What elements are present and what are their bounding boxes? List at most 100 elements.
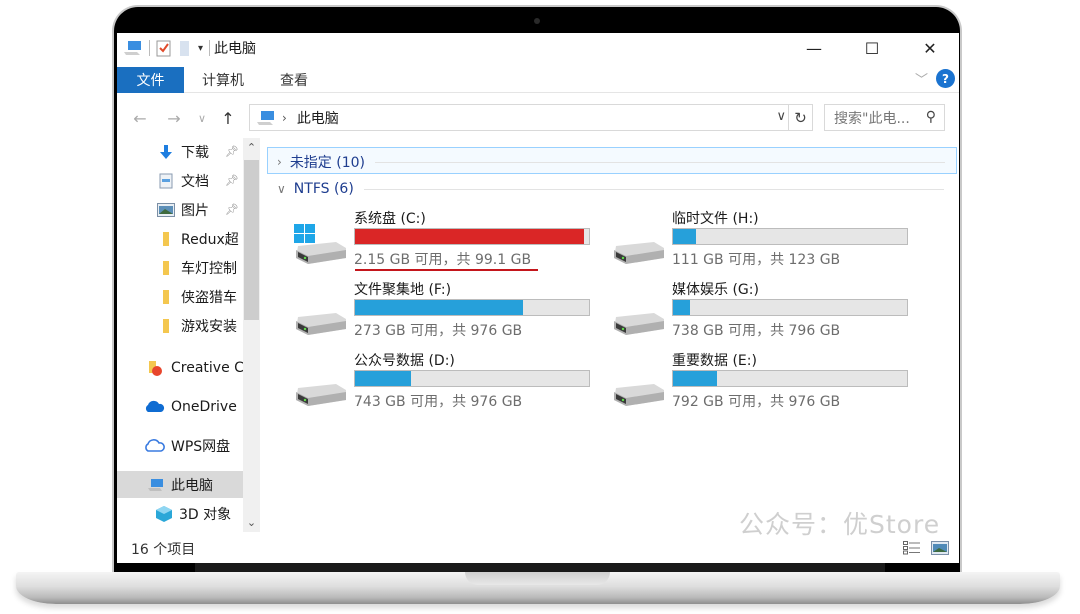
- annotation-underline: [355, 269, 538, 271]
- drive-usage-bar: [672, 370, 908, 387]
- hard-drive-icon: [614, 384, 664, 406]
- sidebar-item-wps-cloud[interactable]: WPS网盘: [117, 432, 243, 459]
- folder-icon: [157, 289, 175, 305]
- scroll-down-icon[interactable]: ⌄: [243, 516, 260, 529]
- sidebar-item-folder[interactable]: 车灯控制: [117, 254, 243, 281]
- breadcrumb-chevron-icon: ›: [282, 110, 287, 125]
- drive-usage-fill: [355, 371, 411, 386]
- folder-icon: [157, 260, 175, 276]
- sidebar-item-label: 游戏安装: [181, 318, 237, 335]
- customize-toolbar-icon[interactable]: ▾: [198, 43, 203, 54]
- view-switcher: [903, 541, 949, 555]
- drive-tile[interactable]: 公众号数据 (D:) 743 GB 可用，共 976 GB: [292, 350, 612, 416]
- this-pc-icon: [147, 477, 165, 493]
- onedrive-icon: [143, 399, 165, 415]
- recent-locations-button[interactable]: ∨: [191, 112, 213, 125]
- sidebar-item-pictures[interactable]: 图片 📌︎: [117, 196, 243, 223]
- sidebar-item-this-pc[interactable]: 此电脑: [117, 471, 243, 498]
- forward-button[interactable]: →: [163, 109, 185, 128]
- new-folder-icon[interactable]: [178, 40, 192, 57]
- large-icons-view-icon[interactable]: [931, 541, 949, 555]
- drive-usage-bar: [672, 299, 908, 316]
- drive-tile[interactable]: 媒体娱乐 (G:) 738 GB 可用，共 796 GB: [610, 279, 930, 345]
- drive-name: 文件聚集地 (F:): [354, 282, 452, 298]
- sidebar-item-folder[interactable]: 侠盗猎车: [117, 283, 243, 310]
- pin-icon[interactable]: 📌︎: [225, 174, 239, 187]
- drive-usage-bar: [354, 299, 590, 316]
- laptop-hinge: [195, 563, 885, 572]
- drive-tile[interactable]: 重要数据 (E:) 792 GB 可用，共 976 GB: [610, 350, 930, 416]
- drive-space-info: 111 GB 可用，共 123 GB: [672, 252, 841, 268]
- chevron-right-icon: ›: [277, 155, 282, 169]
- up-button[interactable]: ↑: [217, 109, 239, 128]
- title-bar: ▾ 此电脑 — ☐ ✕: [117, 33, 959, 63]
- tab-view[interactable]: 查看: [262, 67, 326, 93]
- folder-icon: [157, 318, 175, 334]
- chevron-down-icon: ∨: [277, 182, 286, 196]
- creative-cloud-icon: [147, 360, 165, 376]
- expand-ribbon-icon[interactable]: ﹀: [915, 69, 928, 88]
- sidebar-item-label: WPS网盘: [171, 438, 231, 455]
- group-divider: [363, 188, 944, 190]
- sidebar-item-3d-objects[interactable]: 3D 对象: [117, 500, 243, 527]
- hard-drive-icon: [614, 242, 664, 264]
- pin-icon[interactable]: 📌︎: [225, 145, 239, 158]
- sidebar-item-folder[interactable]: Redux超: [117, 225, 243, 252]
- sidebar-item-label: 此电脑: [171, 477, 213, 494]
- sidebar-item-onedrive[interactable]: OneDrive: [117, 393, 243, 420]
- properties-icon[interactable]: [156, 40, 172, 57]
- group-header-unspecified[interactable]: › 未指定 (10): [277, 152, 946, 172]
- maximize-button[interactable]: ☐: [843, 33, 901, 63]
- sidebar-item-creative-cloud[interactable]: Creative C: [117, 354, 243, 381]
- tab-computer[interactable]: 计算机: [184, 67, 262, 93]
- sidebar-item-label: 侠盗猎车: [181, 289, 237, 306]
- sidebar-item-label: Creative C: [171, 359, 243, 376]
- camera-icon: [534, 18, 540, 24]
- sidebar-item-folder[interactable]: 游戏安装: [117, 312, 243, 339]
- drive-tile[interactable]: 文件聚集地 (F:) 273 GB 可用，共 976 GB: [292, 279, 612, 345]
- sidebar-item-documents[interactable]: 文档 📌︎: [117, 167, 243, 194]
- minimize-button[interactable]: —: [785, 33, 843, 63]
- download-icon: [157, 144, 175, 160]
- ribbon-tabs: 文件 计算机 查看 ﹀ ?: [117, 66, 959, 93]
- toolbar-separator: [209, 40, 211, 56]
- drive-space-info: 738 GB 可用，共 796 GB: [672, 323, 841, 339]
- hard-drive-icon: [296, 313, 346, 335]
- address-dropdown-icon[interactable]: ∨: [776, 109, 786, 124]
- tab-file[interactable]: 文件: [117, 66, 184, 93]
- drive-usage-bar: [354, 228, 590, 245]
- hard-drive-icon: [296, 384, 346, 406]
- windows-logo-icon: [294, 224, 315, 243]
- scrollbar-thumb[interactable]: [244, 160, 259, 320]
- drive-usage-fill: [673, 300, 691, 315]
- breadcrumb-this-pc[interactable]: 此电脑: [297, 108, 339, 128]
- help-icon[interactable]: ?: [936, 69, 955, 88]
- toolbar-separator: [149, 40, 150, 56]
- group-header-ntfs[interactable]: ∨ NTFS (6): [277, 181, 944, 197]
- folder-icon: [157, 231, 175, 247]
- document-icon: [157, 173, 175, 189]
- details-view-icon[interactable]: [903, 541, 921, 555]
- group-label: NTFS (6): [293, 181, 354, 197]
- group-divider: [375, 161, 946, 163]
- window-controls: — ☐ ✕: [785, 33, 959, 63]
- file-explorer-window: ▾ 此电脑 — ☐ ✕ 文件 计算机 查看 ﹀ ? ← → ∨ ↑ › 此电脑 …: [117, 33, 959, 563]
- status-item-count: 16 个项目: [131, 542, 196, 558]
- sidebar-scrollbar[interactable]: ⌃ ⌄: [243, 138, 260, 532]
- sidebar-item-label: 车灯控制: [181, 260, 237, 277]
- address-bar[interactable]: › 此电脑 ∨ ↻: [249, 104, 813, 131]
- refresh-button[interactable]: ↻: [788, 105, 812, 130]
- back-button[interactable]: ←: [129, 109, 151, 128]
- search-input[interactable]: 搜索"此电... ⚲: [824, 104, 945, 131]
- scroll-up-icon[interactable]: ⌃: [243, 141, 260, 154]
- ribbon-right: ﹀ ?: [915, 69, 955, 88]
- group-label: 未指定 (10): [289, 155, 366, 171]
- hard-drive-icon: [294, 224, 346, 264]
- drive-tile[interactable]: 系统盘 (C:) 2.15 GB 可用，共 99.1 GB: [292, 208, 612, 274]
- sidebar-item-downloads[interactable]: 下载 📌︎: [117, 138, 243, 165]
- drive-space-info: 2.15 GB 可用，共 99.1 GB: [354, 252, 532, 268]
- this-pc-icon: [124, 41, 141, 55]
- drive-tile[interactable]: 临时文件 (H:) 111 GB 可用，共 123 GB: [610, 208, 930, 274]
- pin-icon[interactable]: 📌︎: [225, 203, 239, 216]
- close-button[interactable]: ✕: [901, 33, 959, 63]
